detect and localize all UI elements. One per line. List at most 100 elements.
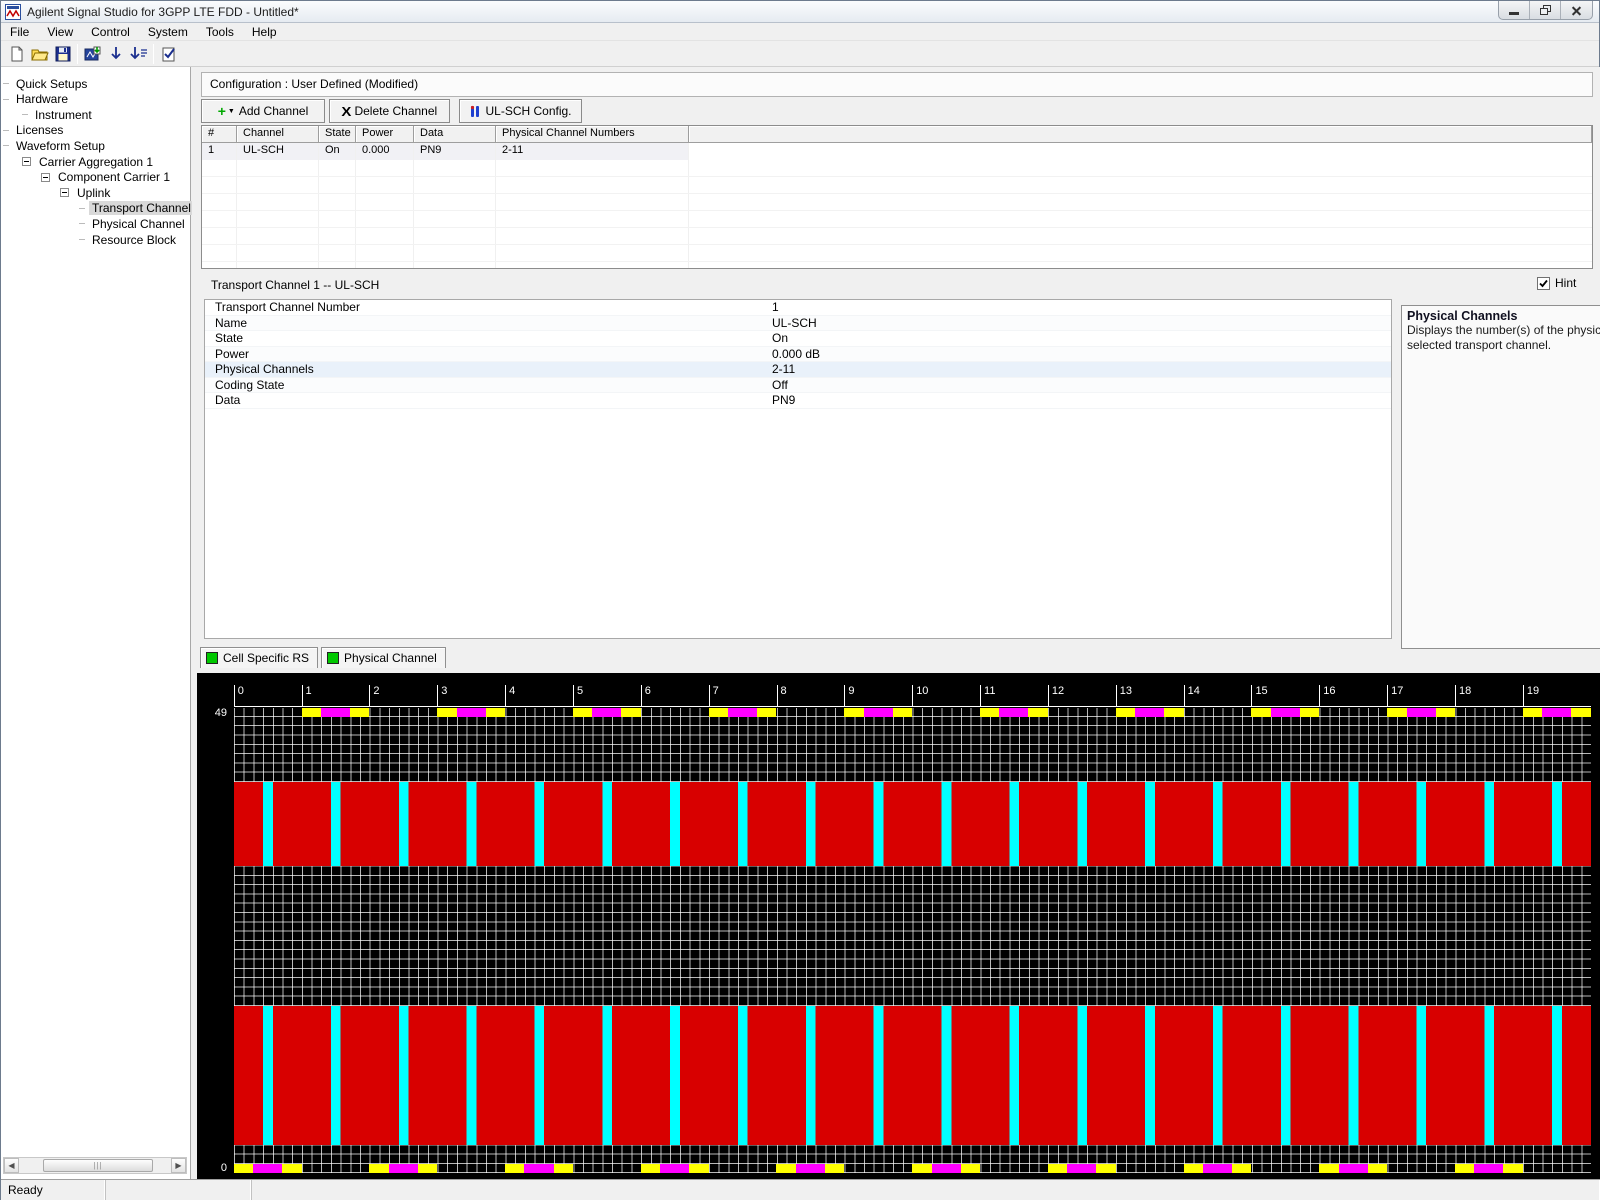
tree-connector <box>79 208 85 209</box>
toolbar-separator <box>77 44 78 64</box>
validate-button[interactable] <box>157 43 180 65</box>
pucch-data-cells <box>1503 1164 1522 1173</box>
main-area: ◀ ||| ▶ Quick SetupsHardwareInstrumentLi… <box>1 67 1600 1179</box>
collapse-expander-icon[interactable] <box>60 188 69 197</box>
sidebar-item-waveform-setup[interactable]: Waveform Setup <box>3 138 108 153</box>
property-row-transport-channel-number[interactable]: Transport Channel Number 1 <box>205 300 1391 316</box>
menu-control[interactable]: Control <box>82 24 139 40</box>
pucch-rs-cells <box>1339 1164 1368 1173</box>
legend-tab-cell-specific-rs[interactable]: Cell Specific RS <box>200 647 318 668</box>
property-value: On <box>772 331 788 346</box>
sidebar-item-licenses[interactable]: Licenses <box>3 123 66 138</box>
cell-channel: UL-SCH <box>237 143 319 160</box>
save-button[interactable] <box>51 43 74 65</box>
tree-item-label: Component Carrier 1 <box>55 170 173 184</box>
menu-view[interactable]: View <box>38 24 82 40</box>
tree-horizontal-scrollbar[interactable]: ◀ ||| ▶ <box>3 1157 187 1174</box>
property-row-state[interactable]: StateOn <box>205 331 1391 347</box>
pucch-rs-cells <box>592 708 621 717</box>
pucch-data-cells <box>641 1164 660 1173</box>
property-row-physical-channels[interactable]: Physical Channels2-11 <box>205 362 1391 378</box>
column-header-power[interactable]: Power <box>356 126 414 143</box>
table-row-empty <box>202 245 1592 262</box>
property-name: Power <box>215 347 249 362</box>
column-header-data[interactable]: Data <box>414 126 496 143</box>
delete-channel-button[interactable]: X Delete Channel <box>329 99 450 123</box>
property-value: PN9 <box>772 393 795 408</box>
navigation-tree: ◀ ||| ▶ Quick SetupsHardwareInstrumentLi… <box>1 67 191 1179</box>
sidebar-item-component-carrier-1[interactable]: Component Carrier 1 <box>41 170 173 185</box>
menu-file[interactable]: File <box>1 24 38 40</box>
close-button[interactable] <box>1561 1 1592 19</box>
content-area: Configuration : User Defined (Modified) … <box>197 67 1600 1179</box>
sidebar-item-carrier-aggregation-1[interactable]: Carrier Aggregation 1 <box>22 154 156 169</box>
sidebar-item-uplink[interactable]: Uplink <box>60 185 113 200</box>
sidebar-item-quick-setups[interactable]: Quick Setups <box>3 76 90 91</box>
scroll-left-arrow[interactable]: ◀ <box>4 1158 19 1173</box>
sidebar-item-hardware[interactable]: Hardware <box>3 92 71 107</box>
property-row-power[interactable]: Power0.000 dB <box>205 347 1391 363</box>
pucch-allocation-slot-0 <box>234 1164 302 1173</box>
column-header-channel[interactable]: Channel <box>237 126 319 143</box>
scroll-right-arrow[interactable]: ▶ <box>171 1158 186 1173</box>
ulsch-config-button[interactable]: UL-SCH Config. <box>459 99 582 123</box>
menu-tools[interactable]: Tools <box>197 24 243 40</box>
menu-help[interactable]: Help <box>243 24 286 40</box>
pucch-data-cells <box>369 1164 388 1173</box>
tree-item-label: Carrier Aggregation 1 <box>36 155 156 169</box>
minimize-button[interactable] <box>1499 1 1530 19</box>
add-channel-button[interactable]: +▼ Add Channel <box>201 99 325 123</box>
pucch-data-cells <box>1387 708 1406 717</box>
column-header-state[interactable]: State <box>319 126 356 143</box>
property-value: 1 <box>772 300 779 315</box>
pucch-allocation-slot-5 <box>573 708 641 717</box>
property-row-coding-state[interactable]: Coding StateOff <box>205 378 1391 394</box>
minimize-icon <box>1509 12 1519 15</box>
pucch-data-cells <box>573 708 592 717</box>
sidebar-item-transport-channel[interactable]: Transport Channel <box>79 201 194 216</box>
table-row-empty <box>202 177 1592 194</box>
configuration-label: Configuration : User Defined (Modified) <box>201 72 1593 97</box>
validate-icon <box>161 46 177 62</box>
download-arrow-button[interactable] <box>104 43 127 65</box>
pucch-rs-cells <box>932 1164 961 1173</box>
property-name: Coding State <box>215 378 284 393</box>
row-label-top: 49 <box>197 708 227 719</box>
column-header--[interactable]: # <box>202 126 237 143</box>
app-window: Agilent Signal Studio for 3GPP LTE FDD -… <box>0 0 1600 1200</box>
x-tick-label: 9 <box>844 685 854 706</box>
pucch-data-cells <box>1048 1164 1067 1173</box>
property-row-name[interactable]: NameUL-SCH <box>205 316 1391 332</box>
open-folder-button[interactable] <box>28 43 51 65</box>
pucch-rs-cells <box>457 708 486 717</box>
download-list-button[interactable] <box>127 43 150 65</box>
collapse-expander-icon[interactable] <box>22 157 31 166</box>
table-row-empty <box>202 160 1592 177</box>
pucch-data-cells <box>1116 708 1135 717</box>
column-header-filler <box>689 126 1592 143</box>
download-waveform-button[interactable] <box>81 43 104 65</box>
x-tick-label: 13 <box>1116 685 1132 706</box>
collapse-expander-icon[interactable] <box>41 173 50 182</box>
pucch-data-cells <box>302 708 321 717</box>
restore-button[interactable] <box>1530 1 1561 19</box>
column-header-physical-channel-numbers[interactable]: Physical Channel Numbers <box>496 126 689 143</box>
tree-item-label: Quick Setups <box>13 77 90 91</box>
property-row-data[interactable]: DataPN9 <box>205 393 1391 409</box>
tree-connector <box>79 239 85 240</box>
new-document-button[interactable] <box>5 43 28 65</box>
hint-checkbox[interactable] <box>1537 277 1550 290</box>
pucch-allocation-slot-4 <box>505 1164 573 1173</box>
property-name: Transport Channel Number <box>215 300 360 315</box>
legend-tab-physical-channel[interactable]: Physical Channel <box>321 647 446 668</box>
sidebar-item-instrument[interactable]: Instrument <box>22 107 95 122</box>
status-message: Ready <box>1 1180 106 1200</box>
sidebar-item-resource-block[interactable]: Resource Block <box>79 232 179 247</box>
download-list-icon <box>130 46 148 62</box>
x-tick-label: 0 <box>234 685 244 706</box>
menu-system[interactable]: System <box>139 24 197 40</box>
pucch-data-cells <box>1571 708 1590 717</box>
table-row[interactable]: 1UL-SCHOn0.000PN92-11 <box>202 143 1592 160</box>
sidebar-item-physical-channel[interactable]: Physical Channel <box>79 216 188 231</box>
scroll-thumb[interactable]: ||| <box>43 1159 153 1172</box>
